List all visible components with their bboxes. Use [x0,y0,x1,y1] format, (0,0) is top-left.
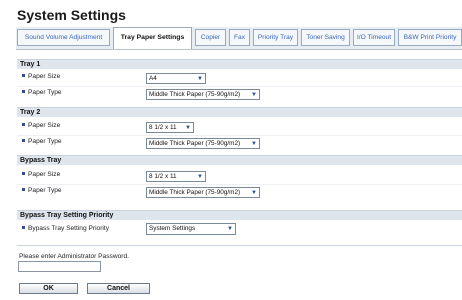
bypass-paper-type-label: Paper Type [22,187,62,194]
settings-tab-bar: Sound Volume Adjustment Tray Paper Setti… [16,27,462,50]
tab-tray-paper-settings[interactable]: Tray Paper Settings [113,27,192,49]
bypass-paper-size-label-text: Paper Size [28,171,61,178]
tray2-paper-type-label: Paper Type [22,138,62,145]
tray1-paper-size-label-text: Paper Size [28,73,61,80]
chevron-down-icon: ▼ [251,92,257,98]
square-bullet-icon [22,123,25,126]
square-bullet-icon [22,226,25,229]
admin-password-input[interactable] [18,261,101,272]
tray2-paper-size-value: 8 1/2 x 11 [149,124,177,131]
tab-toner-saving[interactable]: Toner Saving [301,29,350,46]
tray2-paper-type-value: Middle Thick Paper (75-90g/m2) [149,140,241,147]
section-header-bypass-tray: Bypass Tray [17,155,462,165]
bypass-priority-select[interactable]: System Settings ▼ [146,223,236,235]
tray2-paper-type-label-text: Paper Type [28,138,62,145]
chevron-down-icon: ▼ [251,141,257,147]
tab-priority-tray[interactable]: Priority Tray [253,29,298,46]
tray1-paper-type-value: Middle Thick Paper (75-90g/m2) [149,91,241,98]
bypass-paper-type-value: Middle Thick Paper (75-90g/m2) [149,189,241,196]
bypass-paper-size-label: Paper Size [22,171,60,178]
tray2-paper-size-label: Paper Size [22,122,60,129]
bypass-paper-type-select[interactable]: Middle Thick Paper (75-90g/m2) ▼ [146,187,260,198]
row-divider [17,86,462,87]
tray1-paper-size-value: A4 [149,75,157,82]
tab-bw-print-priority[interactable]: B&W Print Priority [398,29,462,46]
tray1-paper-size-select[interactable]: A4 ▼ [146,73,206,84]
chevron-down-icon: ▼ [197,174,203,180]
square-bullet-icon [22,188,25,191]
chevron-down-icon: ▼ [185,125,191,131]
ok-button[interactable]: OK [19,283,78,294]
tray1-paper-type-select[interactable]: Middle Thick Paper (75-90g/m2) ▼ [146,89,260,100]
chevron-down-icon: ▼ [197,76,203,82]
tab-copier[interactable]: Copier [195,29,226,46]
square-bullet-icon [22,90,25,93]
bypass-priority-label: Bypass Tray Setting Priority [22,225,109,232]
tab-fax[interactable]: Fax [229,29,250,46]
page-title: System Settings [17,7,126,23]
tray1-paper-size-label: Paper Size [22,73,60,80]
square-bullet-icon [22,139,25,142]
cancel-button[interactable]: Cancel [87,283,150,294]
bypass-paper-size-select[interactable]: 8 1/2 x 11 ▼ [146,171,206,182]
row-divider [17,135,462,136]
tray2-paper-type-select[interactable]: Middle Thick Paper (75-90g/m2) ▼ [146,138,260,149]
section-header-tray-2: Tray 2 [17,107,462,117]
tab-io-timeout[interactable]: I/O Timeout [353,29,395,46]
bypass-paper-type-label-text: Paper Type [28,187,62,194]
tray2-paper-size-select[interactable]: 8 1/2 x 11 ▼ [146,122,194,133]
tray1-paper-type-label-text: Paper Type [28,89,62,96]
tray1-paper-type-label: Paper Type [22,89,62,96]
chevron-down-icon: ▼ [251,190,257,196]
section-header-tray-1: Tray 1 [17,59,462,69]
square-bullet-icon [22,74,25,77]
bypass-priority-label-text: Bypass Tray Setting Priority [28,225,109,232]
bypass-paper-size-value: 8 1/2 x 11 [149,173,177,180]
tray2-paper-size-label-text: Paper Size [28,122,61,129]
row-divider [17,184,462,185]
tab-sound-volume-adjustment[interactable]: Sound Volume Adjustment [17,29,110,46]
form-divider [17,245,462,246]
chevron-down-icon: ▼ [227,226,233,232]
square-bullet-icon [22,172,25,175]
bypass-priority-value: System Settings [149,225,196,232]
section-header-bypass-tray-setting-priority: Bypass Tray Setting Priority [17,210,462,220]
password-label: Please enter Administrator Password. [19,253,129,260]
